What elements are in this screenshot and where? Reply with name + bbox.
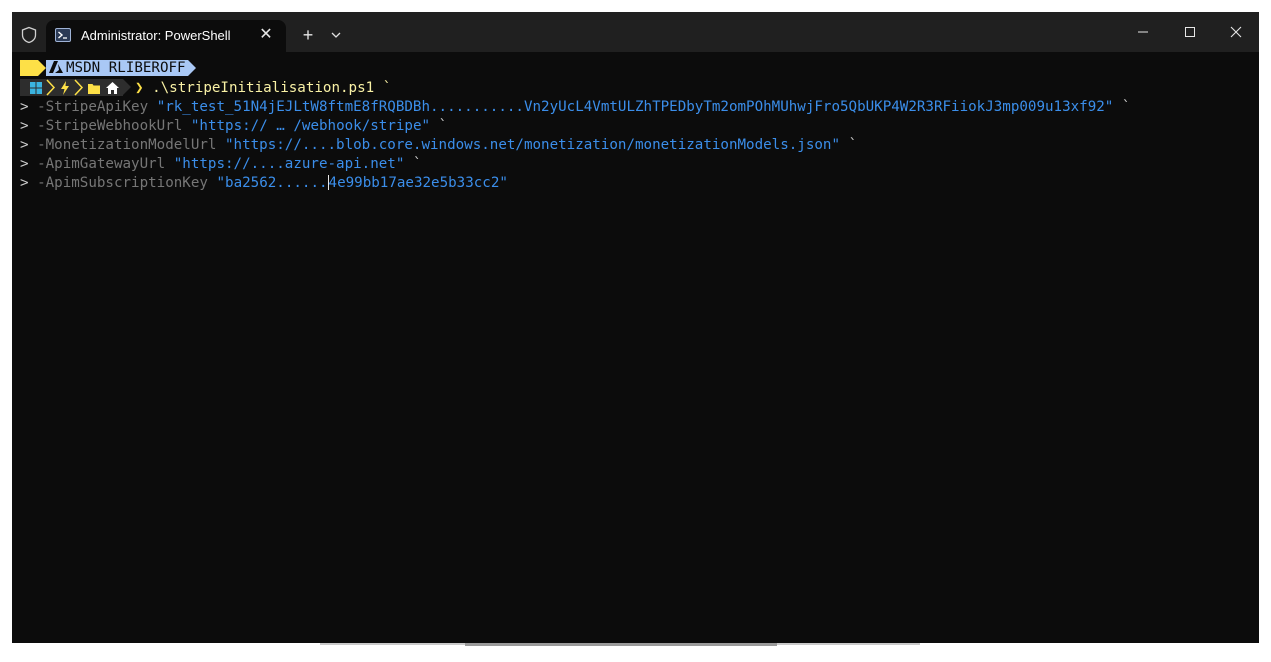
continuation-prefix: > — [20, 99, 29, 115]
prompt-separator — [38, 60, 46, 76]
azure-icon — [49, 61, 63, 73]
prompt-command-line: ❯ .\stripeInitialisation.ps1 ` — [20, 78, 392, 98]
command-line-monetization-model-url: > -MonetizationModelUrl "https://....blo… — [20, 136, 857, 155]
line-continuation: ` — [848, 137, 858, 153]
prompt-status-segment — [20, 60, 38, 76]
terminal-content[interactable]: MSDN RLIBEROFF ❯ .\stripeInitialisation.… — [12, 52, 1259, 643]
continuation-prefix: > — [20, 156, 29, 172]
shield-icon — [21, 26, 37, 44]
param-value: "https:// … /webhook/stripe" — [190, 118, 431, 134]
terminal-window: Administrator: PowerShell ✕ + MSDN RLIBE… — [12, 12, 1259, 643]
prompt-separator — [187, 60, 196, 76]
command-line-apim-gateway-url: > -ApimGatewayUrl "https://....azure-api… — [20, 155, 421, 174]
continuation-prefix: > — [20, 137, 29, 153]
param-name: -ApimSubscriptionKey — [37, 175, 208, 191]
prompt-user-line: MSDN RLIBEROFF — [20, 60, 196, 79]
line-continuation: ` — [1121, 99, 1131, 115]
param-value: "https://....azure-api.net" — [173, 156, 405, 172]
param-name: -MonetizationModelUrl — [37, 137, 217, 153]
param-name: -ApimGatewayUrl — [37, 156, 166, 172]
param-value: "rk_test_51N4jEJLtW8ftmE8fRQBDBh........… — [156, 99, 1114, 115]
continuation-prefix: > — [20, 175, 29, 191]
command-script: .\stripeInitialisation.ps1 ` — [152, 80, 392, 96]
close-icon[interactable] — [1226, 22, 1246, 42]
param-name: -StripeWebhookUrl — [37, 118, 183, 134]
line-continuation: ` — [412, 156, 422, 172]
powershell-icon — [55, 28, 71, 42]
maximize-icon[interactable] — [1180, 22, 1200, 42]
segment-divider-icon — [46, 78, 56, 96]
prompt-user-segment: MSDN RLIBEROFF — [46, 60, 188, 76]
prompt-user: MSDN RLIBEROFF — [66, 60, 186, 76]
chevron-down-icon[interactable] — [326, 25, 346, 45]
command-line-stripe-webhook-url: > -StripeWebhookUrl "https:// … /webhook… — [20, 117, 447, 136]
title-bar[interactable]: Administrator: PowerShell ✕ + — [12, 12, 1259, 52]
folder-icon — [88, 83, 100, 94]
windows-icon — [30, 81, 42, 94]
tab-close-button[interactable]: ✕ — [257, 26, 275, 44]
param-value: "https://....blob.core.windows.net/monet… — [225, 137, 841, 153]
segment-divider-icon — [74, 78, 84, 96]
prompt-separator — [123, 79, 131, 95]
command-line-apim-subscription-key[interactable]: > -ApimSubscriptionKey "ba2562......4e99… — [20, 174, 508, 193]
text-cursor — [327, 174, 329, 190]
param-value: "ba2562...... — [216, 175, 328, 191]
home-icon — [106, 81, 119, 94]
command-line-stripe-api-key: > -StripeApiKey "rk_test_51N4jEJLtW8ftmE… — [20, 98, 1130, 117]
bolt-icon — [61, 80, 69, 95]
new-tab-button[interactable]: + — [296, 25, 320, 45]
tab-title: Administrator: PowerShell — [81, 28, 231, 43]
prompt-chevron: ❯ — [135, 80, 144, 96]
horizontal-scrollbar-thumb[interactable] — [465, 643, 777, 646]
line-continuation: ` — [438, 118, 448, 134]
minimize-icon[interactable] — [1133, 22, 1153, 42]
param-value-rest: 4e99bb17ae32e5b33cc2" — [328, 175, 508, 191]
prompt-path-segment — [20, 78, 123, 96]
continuation-prefix: > — [20, 118, 29, 134]
param-name: -StripeApiKey — [37, 99, 149, 115]
tab-powershell[interactable]: Administrator: PowerShell ✕ — [46, 20, 286, 52]
